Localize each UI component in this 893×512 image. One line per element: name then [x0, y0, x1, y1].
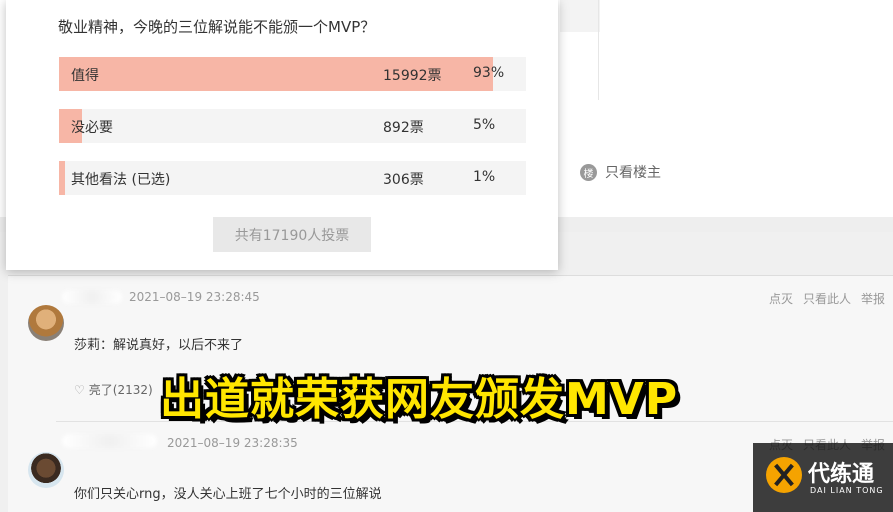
comment-timestamp: 2021–08–19 23:28:45 — [129, 290, 260, 304]
poll-option-label: 没必要 — [71, 120, 113, 136]
logo-mark-icon — [766, 457, 802, 493]
total-votes-button[interactable]: 共有17190人投票 — [213, 217, 371, 252]
background-divider — [598, 0, 599, 100]
comment-text: 莎莉：解说真好，以后不来了 — [74, 338, 244, 353]
logo-text: 代练通 — [808, 462, 875, 487]
poll-option-votes: 306票 — [383, 172, 424, 188]
comment-timestamp: 2021–08–19 23:28:35 — [167, 436, 298, 450]
blurred-username — [62, 434, 157, 448]
only-this-user-link[interactable]: 只看此人 — [803, 290, 851, 307]
poll-option-percent: 1% — [473, 169, 496, 185]
avatar[interactable] — [28, 305, 64, 341]
floor-icon: 楼 — [580, 163, 597, 181]
report-link[interactable]: 举报 — [861, 290, 885, 307]
poll-option-percent: 93% — [473, 65, 505, 81]
logo-subtext: DAI LIAN TONG — [810, 486, 884, 495]
comment-actions: 点灭 只看此人 举报 — [769, 290, 885, 307]
poll-option-votes: 15992票 — [383, 68, 442, 84]
video-caption-overlay: 出道就荣获网友颁发MVP — [160, 374, 679, 425]
blurred-username — [62, 290, 122, 304]
poll-option[interactable]: 值得 15992票 93% — [59, 57, 526, 91]
background-panel — [560, 0, 600, 32]
avatar[interactable] — [28, 452, 64, 488]
thumbs-up-icon: ♡ — [74, 382, 85, 397]
only-view-host-button[interactable]: 楼 只看楼主 — [580, 162, 661, 182]
poll-option[interactable]: 没必要 892票 5% — [59, 109, 526, 143]
like-button[interactable]: ♡ 亮了(2132) — [74, 381, 153, 398]
comments-top-border — [8, 275, 893, 276]
poll-option[interactable]: 其他看法 (已选) 306票 1% — [59, 161, 526, 195]
only-view-host-label: 只看楼主 — [605, 165, 661, 181]
like-count: 亮了(2132) — [88, 383, 153, 397]
downvote-link[interactable]: 点灭 — [769, 290, 793, 307]
poll-option-label: 其他看法 (已选) — [71, 172, 171, 188]
poll-option-bar — [59, 161, 65, 195]
poll-option-percent: 5% — [473, 117, 496, 133]
poll-option-votes: 892票 — [383, 120, 424, 136]
poll-card: 敬业精神，今晚的三位解说能不能颁一个MVP？ 值得 15992票 93% 没必要… — [6, 0, 558, 270]
comment-text: 你们只关心rng，没人关心上班了七个小时的三位解说 — [74, 487, 382, 502]
watermark-logo: 代练通 DAI LIAN TONG — [753, 443, 893, 512]
poll-question: 敬业精神，今晚的三位解说能不能颁一个MVP？ — [58, 18, 376, 36]
poll-option-label: 值得 — [71, 68, 99, 84]
